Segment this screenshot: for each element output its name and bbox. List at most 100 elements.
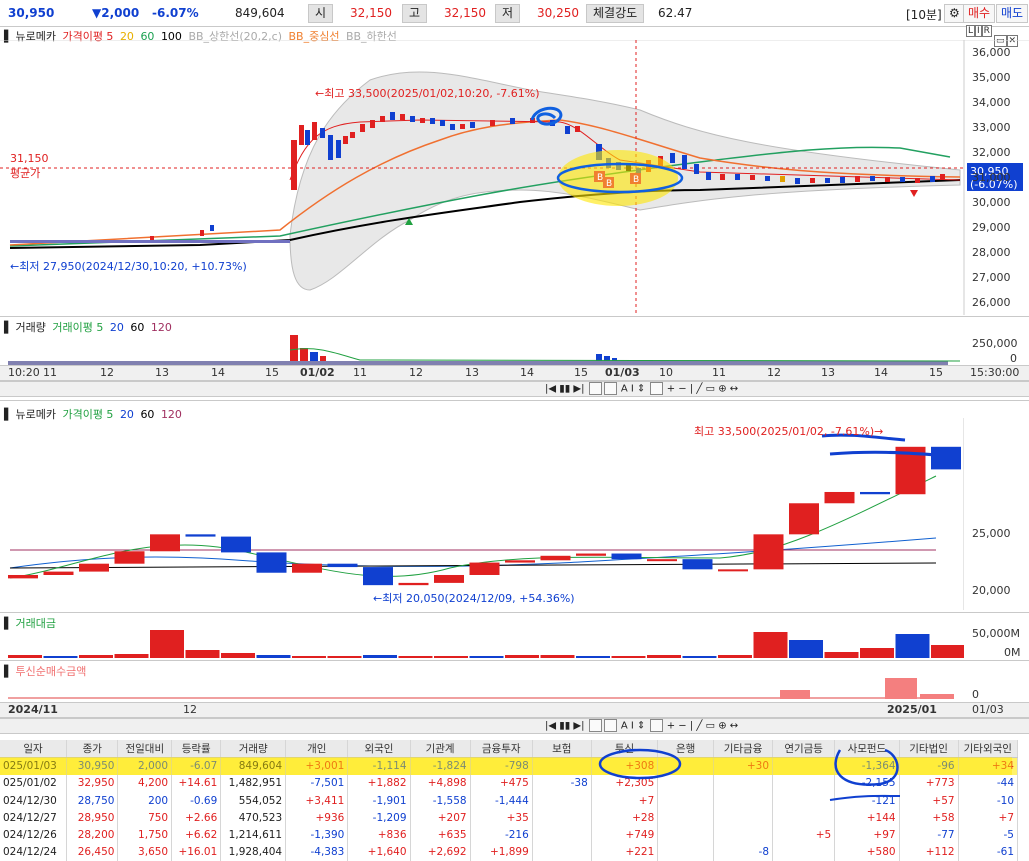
chart-toolbar-2[interactable] [0, 718, 1029, 734]
daily-candle [256, 552, 287, 573]
volume-value: 849,604 [235, 6, 285, 20]
x-tick: 10:20 [8, 366, 40, 379]
amount-bar [753, 632, 788, 658]
x-tick: 13 [465, 366, 479, 379]
x-tick: 11 [43, 366, 57, 379]
y-tick: 34,000 [972, 96, 1011, 109]
y-tick: 35,000 [972, 71, 1011, 84]
avg-price-label: 31,150 평균가 [10, 152, 49, 180]
open-label: 시 [308, 4, 334, 23]
y-tick: 29,000 [972, 221, 1011, 234]
table-annotations [0, 748, 1012, 801]
quote-bar: 30,950 ▼2,000 -6.07% 849,604 시 32,150 고 … [0, 0, 1029, 27]
amount-bar [682, 656, 717, 658]
price-change-pct: -6.07% [152, 6, 199, 20]
amount-bar [221, 653, 255, 658]
x-tick: 13 [821, 366, 835, 379]
y-tick: 31,000 [972, 171, 1011, 184]
svg-text:B: B [597, 173, 603, 183]
x-tick: 01/02 [300, 366, 335, 379]
daily-candle [114, 551, 145, 564]
y-tick: 26,000 [972, 296, 1011, 309]
daily-candle [789, 503, 819, 535]
amount-bar [79, 655, 113, 658]
amount-bar [789, 640, 823, 658]
x-tick: 15 [265, 366, 279, 379]
amount-bars [8, 630, 964, 658]
daily-candle [185, 534, 216, 537]
toolbar-icons[interactable]: |◀ ▮▮ ▶| A I ⇕ + − | ╱ ▭ ⊕ ↔ [545, 382, 738, 395]
highlight-yellow [558, 150, 678, 206]
amount-bar [576, 656, 610, 658]
chart-toolbar[interactable] [0, 381, 1029, 397]
sell-button[interactable]: 매도 [996, 4, 1029, 23]
daily-candle [718, 569, 748, 572]
high-note: ←최고 33,500(2025/01/02,10:20, -7.61%) [315, 87, 540, 100]
amount-bar [398, 656, 433, 658]
amount-bar [434, 656, 468, 658]
amount-bar [931, 645, 964, 658]
daily-candle [505, 560, 535, 563]
y-tick: 28,000 [972, 246, 1011, 259]
amount-bar [718, 655, 752, 658]
daily-candle [576, 553, 606, 556]
amount-bar [540, 655, 575, 658]
daily-candle [363, 567, 393, 586]
amount-bar [327, 656, 362, 658]
x-tick: 01/03 [605, 366, 640, 379]
amount-bar [363, 655, 397, 658]
amount-bar [895, 634, 930, 658]
svg-text:B: B [633, 175, 639, 185]
x-tick: 15 [929, 366, 943, 379]
amount-bar [114, 654, 149, 658]
daily-candle [753, 534, 784, 570]
amount-bar [611, 656, 646, 658]
amount-bar [860, 648, 894, 658]
x-tick: 14 [211, 366, 225, 379]
x-tick: 11 [712, 366, 726, 379]
down-arrow-icon [910, 190, 918, 197]
price-change: ▼2,000 [92, 6, 140, 20]
interval-select[interactable]: [10분] [906, 6, 942, 23]
y-tick: 30,000 [972, 196, 1011, 209]
buy-button[interactable]: 매수 [963, 4, 996, 23]
high-value: 32,150 [444, 6, 486, 20]
y-tick: 32,000 [972, 146, 1011, 159]
daily-candle [8, 574, 38, 579]
daily-candle [43, 571, 74, 575]
x-tick: 14 [520, 366, 534, 379]
strength-value: 62.47 [658, 6, 693, 20]
volume-bars-10min [8, 335, 961, 365]
x-tick: 15 [574, 366, 588, 379]
amount-bar [256, 655, 291, 658]
x-tick: 12 [767, 366, 781, 379]
x-tick: 14 [874, 366, 888, 379]
daily-candle [327, 563, 358, 568]
daily-candles [8, 446, 961, 586]
x-tick: 12 [409, 366, 423, 379]
chart1-yaxis: 36,000 35,000 34,000 33,000 32,000 31,000 30,0… [972, 40, 1011, 315]
daily-candle [931, 446, 961, 470]
gear-icon[interactable]: ⚙ [944, 4, 965, 23]
daily-low-note: ←최저 20,050(2024/12/09, +54.36%) [373, 592, 575, 605]
x-tick: 10 [659, 366, 673, 379]
strength-label: 체결강도 [586, 4, 645, 23]
low-note: ←최저 27,950(2024/12/30,10:20, +10.73%) [10, 260, 247, 273]
y-tick: 36,000 [972, 46, 1011, 59]
daily-candle [434, 574, 464, 583]
amount-bar [505, 655, 539, 658]
high-label: 고 [402, 4, 428, 23]
amount-bar [150, 630, 184, 658]
low-label: 저 [495, 4, 521, 23]
daily-candle [860, 491, 890, 495]
amount-bar [43, 656, 78, 658]
amount-bar [469, 656, 504, 658]
daily-candle [79, 563, 109, 572]
daily-candle [682, 559, 713, 570]
daily-candle [292, 563, 322, 573]
daily-candle [469, 562, 500, 575]
daily-candle [824, 491, 855, 504]
amount-bar [292, 656, 326, 658]
daily-candle [540, 555, 571, 561]
daily-candle [221, 536, 251, 553]
